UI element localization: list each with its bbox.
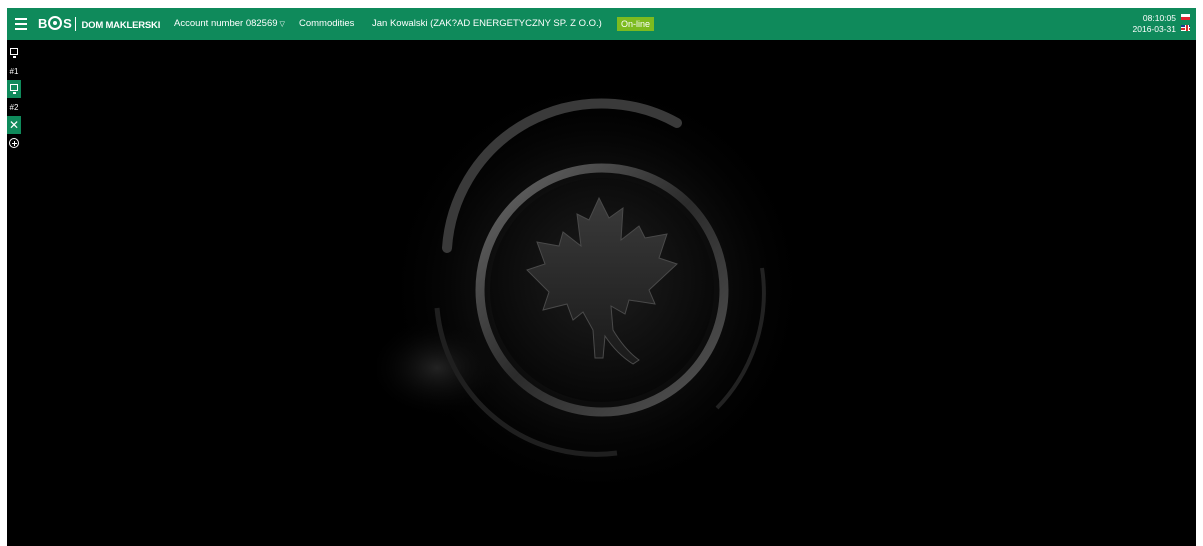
hamburger-menu-button[interactable] [15,17,27,31]
workspace-rail: #1 #2 ✕ [7,44,21,152]
hamburger-icon-bar [15,28,27,30]
add-circle-icon [9,138,19,148]
workspace-2-button[interactable] [7,80,21,98]
close-icon: ✕ [8,118,20,132]
commodities-link[interactable]: Commodities [299,8,354,40]
monitor-icon [9,84,19,94]
logo-brand-start: B [38,16,48,31]
workspace-1-button[interactable] [7,44,21,62]
app-window: B S DOM MAKLERSKI Account number 082569 ▽ C… [7,8,1196,546]
clock: 08:10:05 2016-03-31 [1133,13,1176,35]
clock-time: 08:10:05 [1142,13,1176,23]
logo-brand: BS [38,16,72,31]
logo-text: DOM MAKLERSKI [81,20,161,31]
account-number: Account number 082569 [174,18,278,29]
flag-en-icon[interactable] [1181,25,1190,31]
bos-logo[interactable]: B S DOM MAKLERSKI [38,8,160,40]
maple-leaf-emblem [377,73,812,503]
hamburger-icon-bar [15,23,27,25]
monitor-icon [9,48,19,58]
close-workspace-button[interactable]: ✕ [7,116,21,134]
add-workspace-button[interactable] [7,134,21,152]
language-switcher [1181,14,1191,36]
status-badge: On-line [617,17,655,31]
top-bar: B S DOM MAKLERSKI Account number 082569 ▽ C… [7,8,1196,40]
hamburger-icon [15,18,27,20]
logo-brand-end: S [63,16,72,31]
flag-pl-icon[interactable] [1181,14,1190,20]
clock-date: 2016-03-31 [1132,24,1176,34]
workspace-1-label[interactable]: #1 [7,62,21,80]
logo-circle-icon [48,16,63,30]
account-selector[interactable]: Account number 082569 ▽ [174,8,285,40]
user-name: Jan Kowalski (ZAK?AD ENERGETYCZNY SP. Z … [372,18,602,29]
workspace-2-label[interactable]: #2 [7,98,21,116]
chevron-down-icon: ▽ [279,21,285,28]
logo-separator [75,17,77,31]
